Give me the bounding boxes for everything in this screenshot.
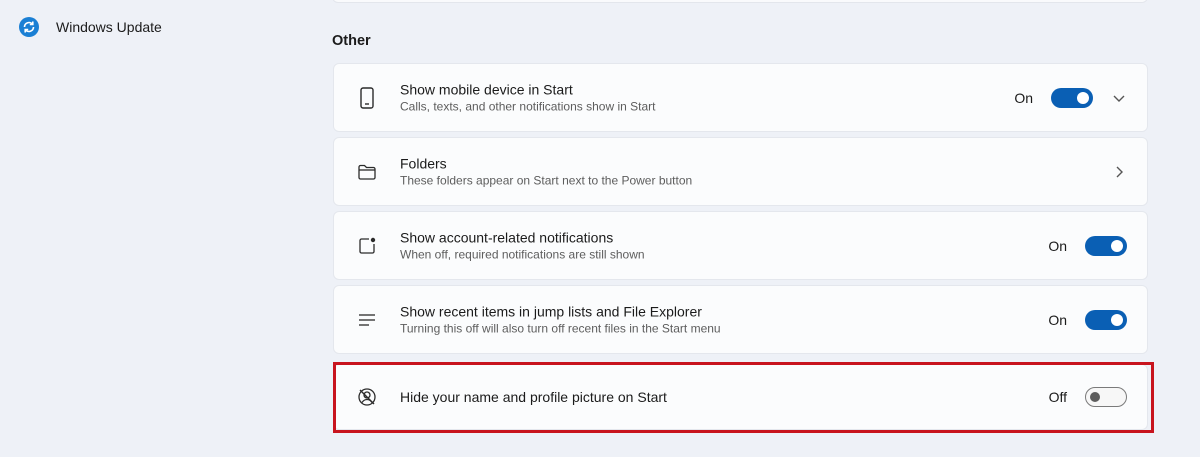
setting-description: Turning this off will also turn off rece…	[400, 321, 721, 335]
setting-description: When off, required notifications are sti…	[400, 247, 645, 261]
previous-setting-card	[332, 0, 1148, 3]
setting-recent-items[interactable]: Show recent items in jump lists and File…	[333, 285, 1148, 354]
sidebar-item-windows-update[interactable]: Windows Update	[18, 12, 162, 42]
setting-show-mobile-device[interactable]: Show mobile device in Start Calls, texts…	[333, 63, 1148, 132]
hide-name-profile-toggle[interactable]	[1085, 387, 1127, 407]
setting-description: Calls, texts, and other notifications sh…	[400, 99, 656, 113]
windows-update-icon	[18, 16, 40, 38]
setting-title: Show mobile device in Start	[400, 81, 573, 97]
mobile-device-toggle[interactable]	[1051, 87, 1093, 108]
sidebar: Windows Update	[0, 0, 330, 457]
setting-account-notifications[interactable]: Show account-related notifications When …	[333, 211, 1148, 280]
sidebar-item-label: Windows Update	[56, 19, 162, 35]
section-title: Other	[332, 33, 371, 49]
setting-title: Hide your name and profile picture on St…	[400, 389, 667, 405]
setting-title: Show recent items in jump lists and File…	[400, 303, 702, 319]
toggle-state-label: On	[1048, 311, 1067, 328]
setting-hide-name-profile[interactable]: Hide your name and profile picture on St…	[333, 364, 1148, 430]
chevron-down-icon[interactable]	[1111, 90, 1127, 106]
folder-icon	[356, 161, 378, 183]
setting-title: Show account-related notifications	[400, 229, 614, 245]
chevron-right-icon[interactable]	[1111, 164, 1127, 180]
toggle-state-label: On	[1014, 89, 1033, 106]
toggle-state-label: Off	[1048, 389, 1067, 405]
list-lines-icon	[356, 309, 378, 331]
setting-folders[interactable]: Folders These folders appear on Start ne…	[333, 137, 1148, 206]
account-notifications-toggle[interactable]	[1085, 235, 1127, 256]
phone-icon	[356, 86, 378, 109]
setting-description: These folders appear on Start next to th…	[400, 173, 693, 187]
setting-title: Folders	[400, 155, 447, 171]
hidden-profile-icon	[356, 386, 378, 408]
recent-items-toggle[interactable]	[1085, 309, 1127, 330]
notification-badge-icon	[356, 235, 378, 257]
toggle-state-label: On	[1048, 237, 1067, 254]
